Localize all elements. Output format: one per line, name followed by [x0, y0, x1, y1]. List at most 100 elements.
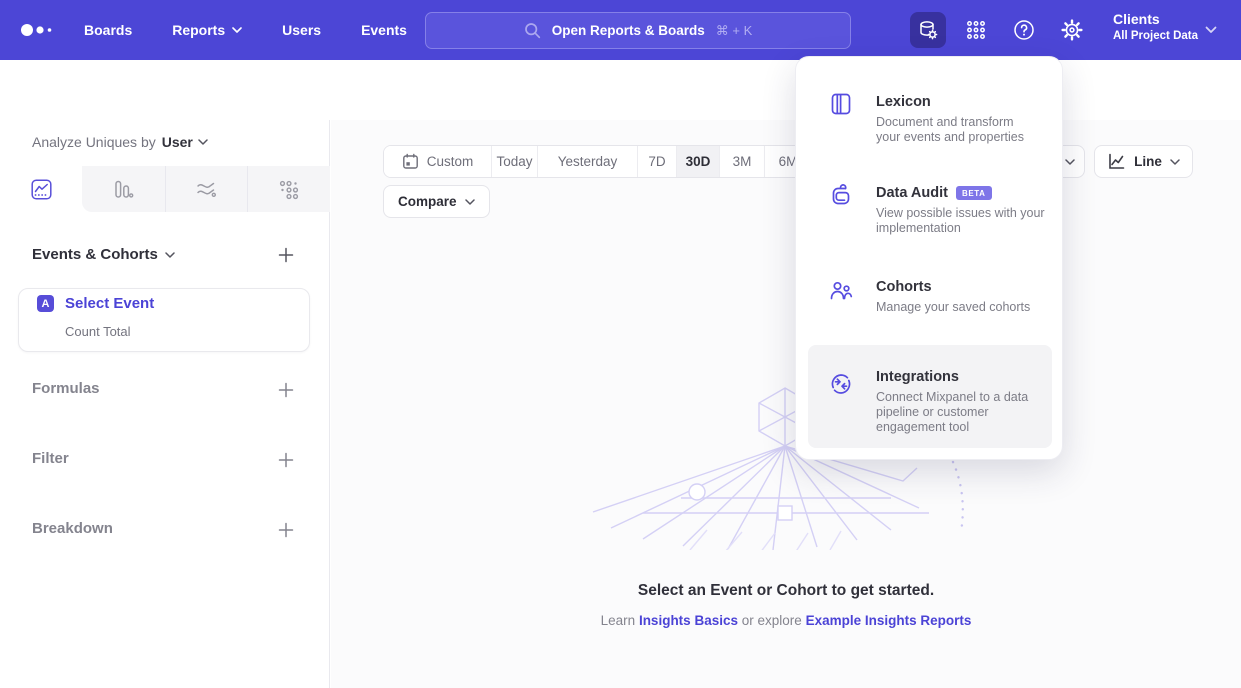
date-range-label: 7D — [648, 154, 665, 169]
line-chart-icon — [1107, 152, 1126, 171]
help-button[interactable] — [1006, 12, 1042, 48]
tab-bar-chart[interactable] — [82, 166, 164, 212]
date-range-label: Custom — [427, 154, 474, 169]
menu-item-lexicon[interactable]: Lexicon Document and transform your even… — [808, 81, 1052, 151]
calendar-icon — [402, 153, 419, 170]
cohorts-icon — [828, 278, 854, 304]
mixpanel-logo-icon[interactable] — [20, 21, 58, 39]
chevron-down-icon — [198, 139, 208, 145]
chevron-down-icon — [1065, 159, 1075, 165]
lexicon-icon — [828, 91, 854, 117]
tab-metrics-grid[interactable] — [247, 166, 329, 212]
tab-flow-chart[interactable] — [165, 166, 247, 212]
breakdown-label: Breakdown — [32, 520, 113, 537]
nav-item-users[interactable]: Users — [282, 22, 321, 38]
formulas-section: Formulas — [32, 380, 100, 397]
flow-tab-icon — [195, 178, 217, 200]
empty-state-links: Learn Insights Basics or explore Example… — [331, 613, 1241, 628]
date-range-custom[interactable]: Custom — [384, 146, 492, 177]
analyze-value: User — [162, 134, 193, 150]
empty-state-title: Select an Event or Cohort to get started… — [331, 582, 1241, 600]
chart-type-label: Line — [1134, 154, 1162, 169]
search-icon — [524, 22, 541, 39]
tab-line-chart[interactable] — [0, 166, 82, 212]
search-shortcut: ⌘ + K — [716, 23, 753, 39]
breakdown-section: Breakdown — [32, 520, 113, 537]
line-chart-tab-icon — [31, 179, 52, 200]
chevron-down-icon — [165, 252, 175, 258]
app-window: Boards Reports Users Events Open Reports… — [0, 0, 1241, 688]
data-management-button[interactable] — [910, 12, 946, 48]
plus-icon — [278, 247, 294, 263]
date-range-30d[interactable]: 30D — [677, 146, 720, 177]
apps-grid-icon — [965, 19, 987, 41]
date-range-label: Today — [496, 154, 532, 169]
add-event-button[interactable] — [277, 246, 295, 264]
date-range-7d[interactable]: 7D — [638, 146, 677, 177]
add-breakdown-button[interactable] — [277, 521, 295, 539]
data-audit-icon — [828, 183, 854, 209]
nav-item-label: Users — [282, 22, 321, 38]
chevron-down-icon — [1170, 159, 1180, 165]
compare-label: Compare — [398, 194, 457, 209]
primary-nav: Boards Reports Users Events — [84, 0, 407, 60]
analyze-uniques-row: Analyze Uniques by User — [32, 134, 208, 150]
metrics-grid-tab-icon — [278, 179, 299, 200]
chart-type-dropdown[interactable]: Line — [1094, 145, 1193, 178]
insights-basics-link[interactable]: Insights Basics — [639, 613, 738, 628]
menu-item-description: Document and transform your events and p… — [876, 115, 1052, 145]
menu-item-description: View possible issues with your implement… — [876, 206, 1052, 236]
events-cohorts-label: Events & Cohorts — [32, 246, 158, 263]
date-range-label: 30D — [686, 154, 711, 169]
filter-label: Filter — [32, 450, 69, 467]
nav-item-label: Boards — [84, 22, 132, 38]
date-range-yesterday[interactable]: Yesterday — [538, 146, 638, 177]
project-switcher[interactable]: Clients All Project Data — [1113, 10, 1198, 44]
date-range-today[interactable]: Today — [492, 146, 538, 177]
add-filter-button[interactable] — [277, 451, 295, 469]
plus-icon — [278, 452, 294, 468]
events-cohorts-header[interactable]: Events & Cohorts — [32, 246, 175, 263]
chevron-down-icon — [232, 27, 242, 33]
menu-item-cohorts[interactable]: Cohorts Manage your saved cohorts — [808, 270, 1052, 325]
filter-section: Filter — [32, 450, 69, 467]
beta-badge: BETA — [956, 186, 992, 200]
menu-item-description: Manage your saved cohorts — [876, 300, 1052, 315]
select-event-label[interactable]: Select Event — [65, 295, 154, 312]
date-range-label: Yesterday — [558, 154, 618, 169]
nav-item-boards[interactable]: Boards — [84, 22, 132, 38]
nav-item-events[interactable]: Events — [361, 22, 407, 38]
menu-item-description: Connect Mixpanel to a data pipeline or c… — [876, 390, 1052, 435]
formulas-label: Formulas — [32, 380, 100, 397]
search-placeholder: Open Reports & Boards — [552, 23, 705, 38]
date-range-3m[interactable]: 3M — [720, 146, 765, 177]
event-card[interactable]: A Select Event Count Total — [18, 288, 310, 352]
bar-chart-tab-icon — [113, 179, 134, 200]
apps-grid-button[interactable] — [958, 12, 994, 48]
query-sidebar: Analyze Uniques by User — [0, 120, 330, 688]
data-management-menu: Lexicon Document and transform your even… — [795, 56, 1063, 460]
plus-icon — [278, 382, 294, 398]
example-reports-link[interactable]: Example Insights Reports — [806, 613, 972, 628]
menu-item-title: Lexicon — [876, 94, 931, 110]
analyze-label: Analyze Uniques by — [32, 134, 156, 150]
gear-icon — [1060, 18, 1084, 42]
chevron-down-icon — [465, 199, 475, 205]
help-icon — [1012, 18, 1036, 42]
nav-item-label: Events — [361, 22, 407, 38]
project-switcher-title: Clients — [1113, 10, 1198, 29]
menu-item-integrations[interactable]: Integrations Connect Mixpanel to a data … — [808, 345, 1052, 448]
add-formula-button[interactable] — [277, 381, 295, 399]
menu-item-data-audit[interactable]: Data Audit BETA View possible issues wit… — [808, 175, 1052, 241]
global-search-input[interactable]: Open Reports & Boards ⌘ + K — [425, 12, 851, 49]
integrations-icon — [828, 371, 854, 397]
compare-button[interactable]: Compare — [383, 185, 490, 218]
count-total-label[interactable]: Count Total — [65, 324, 131, 339]
menu-item-title: Integrations — [876, 369, 959, 385]
menu-item-title: Data Audit — [876, 185, 948, 201]
database-gear-icon — [917, 19, 939, 41]
nav-item-reports[interactable]: Reports — [172, 22, 242, 38]
analyze-value-dropdown[interactable]: User — [162, 134, 208, 150]
settings-button[interactable] — [1054, 12, 1090, 48]
nav-item-label: Reports — [172, 22, 225, 38]
